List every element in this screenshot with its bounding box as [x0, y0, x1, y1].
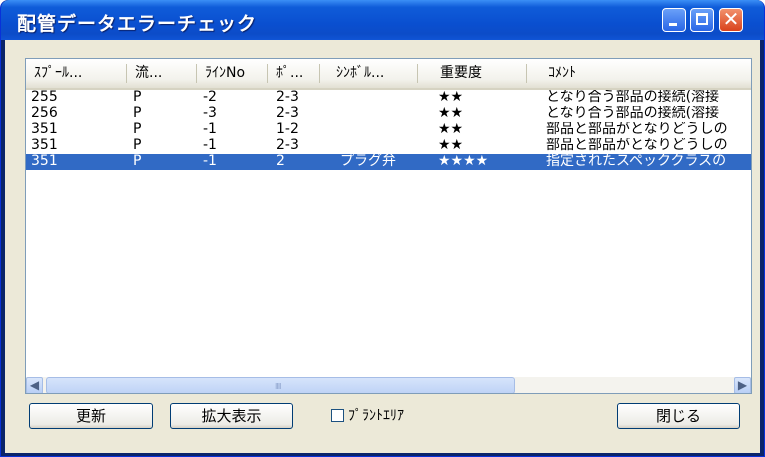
close-window-button[interactable]: ✕ [719, 7, 743, 32]
cell-flow: P [133, 154, 142, 169]
cell-spool: 255 [31, 90, 58, 105]
table-row[interactable]: 256 P -3 2-3 ★★ となり合う部品の接続(溶接 [26, 106, 751, 122]
cell-severity: ★★ [438, 122, 464, 137]
cell-port: 2-3 [276, 90, 299, 105]
cell-port: 1-2 [276, 122, 299, 137]
cell-comment: 部品と部品がとなりどうしの [546, 138, 728, 153]
minimize-icon [669, 23, 677, 26]
cell-severity: ★★ [438, 90, 464, 105]
horizontal-scrollbar[interactable]: ◀ IIII ▶ [26, 377, 751, 393]
cell-symbol [340, 122, 415, 138]
cell-spool: 351 [31, 122, 58, 137]
cell-symbol [340, 138, 415, 154]
column-header-comment[interactable]: ｺﾒﾝﾄ [527, 59, 751, 88]
cell-symbol [340, 106, 415, 122]
zoom-button[interactable]: 拡大表示 [170, 403, 293, 429]
cell-spool: 256 [31, 106, 58, 121]
cell-flow: P [133, 106, 142, 121]
cell-port: 2-3 [276, 106, 299, 121]
cell-flow: P [133, 122, 142, 137]
column-header-line-no[interactable]: ﾗｲﾝNo [197, 59, 267, 88]
cell-spool: 351 [31, 138, 58, 153]
cell-comment: 部品と部品がとなりどうしの [546, 122, 728, 137]
cell-line-no: -1 [203, 138, 217, 153]
maximize-icon [696, 13, 708, 25]
cell-severity: ★★★★ [438, 154, 489, 169]
cell-comment: となり合う部品の接続(溶接 [546, 106, 720, 121]
cell-severity: ★★ [438, 138, 464, 153]
column-header-severity[interactable]: 重要度 [418, 59, 526, 88]
cell-line-no: -1 [203, 154, 217, 169]
scroll-thumb-grip: IIII [275, 382, 282, 391]
cell-port: 2 [276, 154, 285, 169]
error-check-window: 配管データエラーチェック ✕ ｽﾌﾟｰﾙ... 流... ﾗｲﾝNo ﾎﾟ...… [0, 0, 765, 457]
window-title: 配管データエラーチェック [17, 13, 258, 35]
dialog-client: ｽﾌﾟｰﾙ... 流... ﾗｲﾝNo ﾎﾟ... ｼﾝﾎﾞﾙ... 重要度 ｺ… [5, 40, 760, 453]
scroll-right-button[interactable]: ▶ [734, 377, 751, 393]
error-list[interactable]: ｽﾌﾟｰﾙ... 流... ﾗｲﾝNo ﾎﾟ... ｼﾝﾎﾞﾙ... 重要度 ｺ… [25, 58, 752, 394]
column-header-flow[interactable]: 流... [127, 59, 196, 88]
cell-port: 2-3 [276, 138, 299, 153]
column-header-symbol[interactable]: ｼﾝﾎﾞﾙ... [320, 59, 417, 88]
table-row[interactable]: 255 P -2 2-3 ★★ となり合う部品の接続(溶接 [26, 90, 751, 106]
cell-comment: となり合う部品の接続(溶接 [546, 90, 720, 105]
close-button[interactable]: 閉じる [617, 403, 740, 429]
maximize-button[interactable] [690, 8, 714, 32]
refresh-button[interactable]: 更新 [29, 403, 153, 429]
arrow-left-icon: ◀ [29, 378, 40, 392]
cell-symbol: プラグ弁 [340, 154, 396, 169]
list-header: ｽﾌﾟｰﾙ... 流... ﾗｲﾝNo ﾎﾟ... ｼﾝﾎﾞﾙ... 重要度 ｺ… [26, 59, 751, 90]
close-icon: ✕ [722, 7, 740, 31]
table-row[interactable]: 351 P -1 1-2 ★★ 部品と部品がとなりどうしの [26, 122, 751, 138]
column-header-port[interactable]: ﾎﾟ... [268, 59, 319, 88]
cell-severity: ★★ [438, 106, 464, 121]
arrow-right-icon: ▶ [737, 378, 748, 392]
cell-flow: P [133, 138, 142, 153]
minimize-button[interactable] [662, 8, 686, 32]
title-bar[interactable]: 配管データエラーチェック ✕ [1, 0, 764, 40]
table-row[interactable]: 351 P -1 2-3 ★★ 部品と部品がとなりどうしの [26, 138, 751, 154]
checkbox-label[interactable]: ﾌﾟﾗﾝﾄｴﾘｱ [348, 406, 404, 426]
checkbox-box[interactable] [331, 409, 344, 422]
table-row[interactable]: 351 P -1 2 プラグ弁 ★★★★ 指定されたスペッククラスの [26, 154, 751, 170]
scroll-left-button[interactable]: ◀ [26, 377, 43, 393]
scroll-thumb[interactable]: IIII [46, 377, 515, 393]
cell-line-no: -1 [203, 122, 217, 137]
cell-symbol [340, 90, 415, 106]
cell-comment: 指定されたスペッククラスの [546, 154, 727, 169]
cell-line-no: -3 [203, 106, 217, 121]
cell-flow: P [133, 90, 142, 105]
column-header-spool[interactable]: ｽﾌﾟｰﾙ... [26, 59, 126, 88]
cell-line-no: -2 [203, 90, 217, 105]
cell-spool: 351 [31, 154, 58, 169]
